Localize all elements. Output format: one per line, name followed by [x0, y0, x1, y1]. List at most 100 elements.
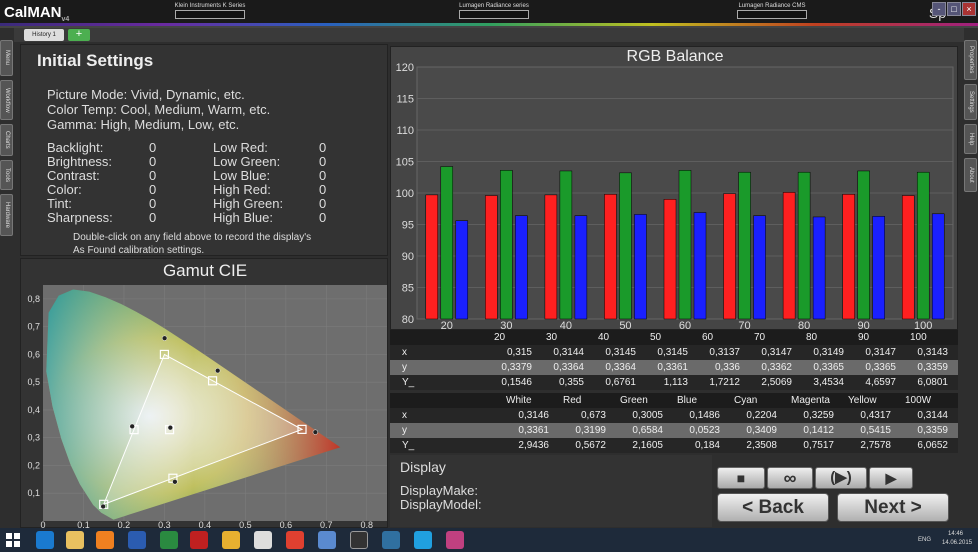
table-cell: 6,0801 [917, 377, 948, 388]
table-cell: 0,1546 [501, 377, 532, 388]
table-cell: 1,7212 [709, 377, 740, 388]
setting-value[interactable]: 0 [319, 140, 326, 155]
setting-value[interactable]: 0 [319, 182, 326, 197]
cie-diagram: 0 0,1 0,2 0,3 0,4 0,5 0,6 0,7 0,80,10,20,30,40,5… [27, 285, 387, 529]
table-cell: 0,3149 [813, 347, 844, 358]
add-tab-button[interactable]: + [68, 29, 90, 41]
setting-value[interactable]: 0 [149, 168, 156, 183]
explorer-icon[interactable] [66, 531, 84, 549]
sidebar-tab-tools[interactable]: Tools [0, 160, 13, 190]
cie-measured-point [312, 429, 319, 435]
panel-title: Initial Settings [37, 51, 154, 70]
tab-history-1[interactable]: History 1 [24, 29, 64, 41]
table-cell: 0,5415 [860, 425, 891, 436]
rew-icon[interactable] [350, 531, 368, 549]
cie-y-tick-label: 0,4 [27, 405, 40, 415]
rgb-bar-green [440, 166, 454, 320]
device-selector-meter[interactable]: Klein Instruments K Series [170, 3, 250, 21]
setting-label: Low Green: [213, 154, 281, 169]
table-cell: 2,5069 [761, 377, 792, 388]
table-header-cell: 60 [702, 332, 714, 343]
table-header-cell: Yellow [848, 395, 877, 406]
sidebar-tab-properties[interactable]: Properties [964, 40, 977, 80]
sidebar-tab-about[interactable]: About [964, 158, 977, 192]
sidebar-tab-workflow[interactable]: Workflow [0, 80, 13, 120]
maximize-button[interactable]: □ [947, 2, 961, 16]
calman-taskbar-icon[interactable] [254, 531, 272, 549]
table-cell: 2,1605 [632, 440, 663, 451]
rgb-bar-red [782, 192, 796, 320]
ie-icon[interactable] [36, 531, 54, 549]
stop-button[interactable]: ■ [717, 467, 765, 489]
rgb-y-tick-label: 115 [396, 94, 414, 106]
color-temp-line: Color Temp: Cool, Medium, Warm, etc. [47, 102, 271, 117]
skype-icon[interactable] [414, 531, 432, 549]
table-header-cell: 30 [546, 332, 558, 343]
app-icon-2[interactable] [382, 531, 400, 549]
cie-y-tick-label: 0,7 [27, 322, 40, 332]
rgb-bar-red [604, 194, 617, 320]
vlc-icon[interactable] [96, 531, 114, 549]
initial-settings-panel: Initial Settings Picture Mode: Vivid, Dy… [20, 44, 388, 256]
rgb-balance-panel: RGB Balance 80 85 90 95 100 105 110 115 120 20 30 4… [390, 46, 958, 331]
display-info-panel: Display DisplayMake: DisplayModel: [390, 455, 712, 527]
chrome-icon[interactable] [286, 531, 304, 549]
table-header-cell: Magenta [791, 395, 830, 406]
display-make-label: DisplayMake: [400, 483, 479, 498]
table-cell: 1,113 [663, 377, 688, 388]
tray-time[interactable]: 14:46 [948, 531, 963, 537]
excel-icon[interactable] [160, 531, 178, 549]
sidebar-tab-menu[interactable]: Menu [0, 40, 13, 76]
app-icon-3[interactable] [446, 531, 464, 549]
setting-value[interactable]: 0 [319, 154, 326, 169]
sidebar-tab-hardware[interactable]: Hardware [0, 194, 13, 236]
table-header-cell: Red [563, 395, 582, 406]
setting-value[interactable]: 0 [149, 154, 156, 169]
setting-value[interactable]: 0 [149, 182, 156, 197]
setting-value[interactable]: 0 [149, 196, 156, 211]
table-cell: 0,3362 [761, 362, 792, 373]
start-windows-icon[interactable] [6, 533, 20, 547]
setting-value[interactable]: 0 [149, 140, 156, 155]
setting-value[interactable]: 0 [319, 210, 326, 225]
rgb-bar-blue [812, 216, 826, 320]
table-cell: 0,3144 [917, 410, 948, 421]
continuous-read-button[interactable]: (▶) [815, 467, 867, 489]
cie-y-tick-label: 0,1 [27, 488, 40, 498]
rgb-y-tick-label: 85 [402, 283, 414, 295]
table-header-cell: 100 [910, 332, 927, 343]
read-button[interactable]: ▶ [869, 467, 913, 489]
setting-value[interactable]: 0 [319, 196, 326, 211]
app-icon-1[interactable] [222, 531, 240, 549]
rgb-y-tick-label: 95 [402, 220, 414, 232]
table-cell: 0,3359 [917, 362, 948, 373]
table-cell: 0,1486 [689, 410, 720, 421]
close-button[interactable]: × [962, 2, 976, 16]
table-cell: 2,9436 [518, 440, 549, 451]
back-button[interactable]: < Back [717, 493, 829, 522]
sidebar-tab-help[interactable]: Help [964, 124, 977, 154]
device-selector-source[interactable]: Lumagen Radiance series [454, 3, 534, 21]
sidebar-tab-charts[interactable]: Charts [0, 124, 13, 156]
device-selector-display[interactable]: Lumagen Radiance CMS [732, 3, 812, 21]
table-cell: 6,0652 [917, 440, 948, 451]
next-button[interactable]: Next > [837, 493, 949, 522]
table-header-cell: 100W [905, 395, 932, 406]
table-cell: 0,4317 [860, 410, 891, 421]
sidebar-tab-settings[interactable]: Settings [964, 84, 977, 120]
tray-date[interactable]: 14.06.2015 [942, 540, 972, 546]
rgb-bar-red [842, 194, 855, 320]
minimize-button[interactable]: - [932, 2, 946, 16]
word-icon[interactable] [128, 531, 146, 549]
table-cell: 0,6584 [632, 425, 663, 436]
tray-language[interactable]: ENG [918, 537, 931, 543]
table-header-cell: 70 [754, 332, 766, 343]
loop-button[interactable]: ∞ [767, 467, 813, 489]
media-icon[interactable] [318, 531, 336, 549]
table-cell: 0,3137 [709, 347, 740, 358]
rgb-bar-blue [634, 214, 647, 320]
setting-value[interactable]: 0 [149, 210, 156, 225]
setting-value[interactable]: 0 [319, 168, 326, 183]
acrobat-icon[interactable] [190, 531, 208, 549]
table-header-row: 20 30 40 50 60 70 80 90 100 [390, 330, 958, 345]
